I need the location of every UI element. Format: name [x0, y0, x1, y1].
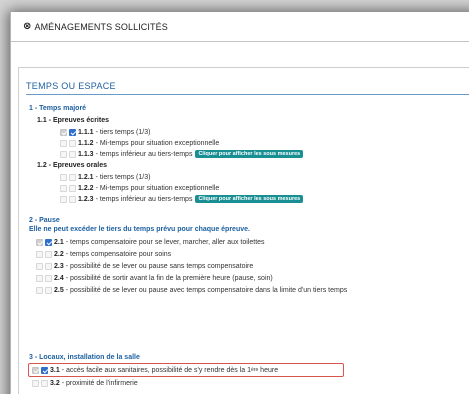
measure-3-2[interactable]: 3.2 - proximité de l'infirmerie [32, 378, 138, 388]
measure-checkbox[interactable] [45, 286, 52, 294]
measure-checkbox[interactable] [45, 262, 52, 270]
measure-description: - proximité de l'infirmerie [61, 379, 138, 387]
measure-checkbox[interactable] [45, 274, 52, 282]
measure-code: 1.2.3 [78, 195, 94, 203]
measure-code: 1.1.3 [78, 150, 94, 158]
subgroup-1-1-label: 1.1 - Epreuves écrites [37, 116, 109, 124]
measure-1-2-1[interactable]: 1.2.1 - tiers temps (1/3) [60, 172, 150, 182]
measure-description: - possibilité de se lever ou pause avec … [65, 286, 348, 294]
measure-1-1-3[interactable]: 1.1.3 - temps inférieur au tiers-temps C… [60, 149, 304, 159]
parent-checkbox [60, 128, 67, 136]
measure-description: - possibilité de se lever ou pause sans … [65, 262, 254, 270]
group-2-note: Elle ne peut excéder le tiers du temps p… [29, 225, 250, 233]
measure-checkbox[interactable] [69, 139, 76, 147]
measure-description: - temps compensatoire pour se lever, mar… [65, 238, 265, 246]
measure-checkbox[interactable] [45, 238, 52, 246]
measure-2-1[interactable]: 2.1 - temps compensatoire pour se lever,… [36, 237, 265, 247]
measure-checkbox[interactable] [69, 195, 76, 203]
subgroup-1-2-label: 1.2 - Epreuves orales [37, 161, 108, 169]
measure-1-2-3[interactable]: 1.2.3 - temps inférieur au tiers-temps C… [60, 194, 304, 204]
parent-checkbox [60, 184, 67, 192]
show-sub-measures-button[interactable]: Cliquer pour afficher les sous mesures [195, 195, 304, 203]
measure-code: 2.3 [54, 262, 64, 270]
measure-2-4[interactable]: 2.4 - possibilité de sortir avant la fin… [36, 273, 273, 283]
parent-checkbox [36, 286, 43, 294]
measure-1-1-1[interactable]: 1.1.1 - tiers temps (1/3) [60, 127, 150, 137]
measure-code: 2.2 [54, 250, 64, 258]
parent-checkbox [36, 262, 43, 270]
group-3-label: 3 - Locaux, installation de la salle [29, 353, 140, 361]
parent-checkbox [36, 238, 43, 246]
measure-1-2-2[interactable]: 1.2.2 - Mi-temps pour situation exceptio… [60, 183, 219, 193]
measure-checkbox[interactable] [69, 173, 76, 181]
highlight-box [28, 363, 344, 377]
measure-2-2[interactable]: 2.2 - temps compensatoire pour soins [36, 249, 171, 259]
show-sub-measures-button[interactable]: Cliquer pour afficher les sous mesures [195, 150, 304, 158]
parent-checkbox [60, 195, 67, 203]
parent-checkbox [60, 173, 67, 181]
measure-code: 3.2 [50, 379, 60, 387]
parent-checkbox [36, 274, 43, 282]
measure-checkbox[interactable] [45, 250, 52, 258]
measure-description: - tiers temps (1/3) [95, 128, 151, 136]
measure-description: - possibilité de sortir avant la fin de … [65, 274, 273, 282]
measure-code: 1.2.1 [78, 173, 94, 181]
measure-checkbox[interactable] [69, 150, 76, 158]
parent-checkbox [60, 150, 67, 158]
measure-2-3[interactable]: 2.3 - possibilité de se lever ou pause s… [36, 261, 253, 271]
parent-checkbox [32, 379, 39, 387]
parent-checkbox [36, 250, 43, 258]
parent-checkbox [60, 139, 67, 147]
measure-2-5[interactable]: 2.5 - possibilité de se lever ou pause a… [36, 285, 347, 295]
measure-description: - tiers temps (1/3) [95, 173, 151, 181]
measure-code: 2.5 [54, 286, 64, 294]
measure-1-1-2[interactable]: 1.1.2 - Mi-temps pour situation exceptio… [60, 138, 219, 148]
measure-checkbox[interactable] [41, 379, 48, 387]
measure-code: 1.1.2 [78, 139, 94, 147]
measure-description: - Mi-temps pour situation exceptionnelle [95, 184, 220, 192]
measure-code: 2.4 [54, 274, 64, 282]
measure-code: 1.1.1 [78, 128, 94, 136]
measure-code: 1.2.2 [78, 184, 94, 192]
measure-code: 2.1 [54, 238, 64, 246]
measure-checkbox[interactable] [69, 128, 76, 136]
measure-description: - temps inférieur au tiers-temps [95, 150, 193, 158]
measure-description: - Mi-temps pour situation exceptionnelle [95, 139, 220, 147]
measure-description: - temps inférieur au tiers-temps [95, 195, 193, 203]
measure-checkbox[interactable] [69, 184, 76, 192]
group-1-label: 1 - Temps majoré [29, 104, 87, 112]
measures-list: 1 - Temps majoré 1.1 - Epreuves écrites … [0, 0, 469, 394]
measure-description: - temps compensatoire pour soins [65, 250, 172, 258]
